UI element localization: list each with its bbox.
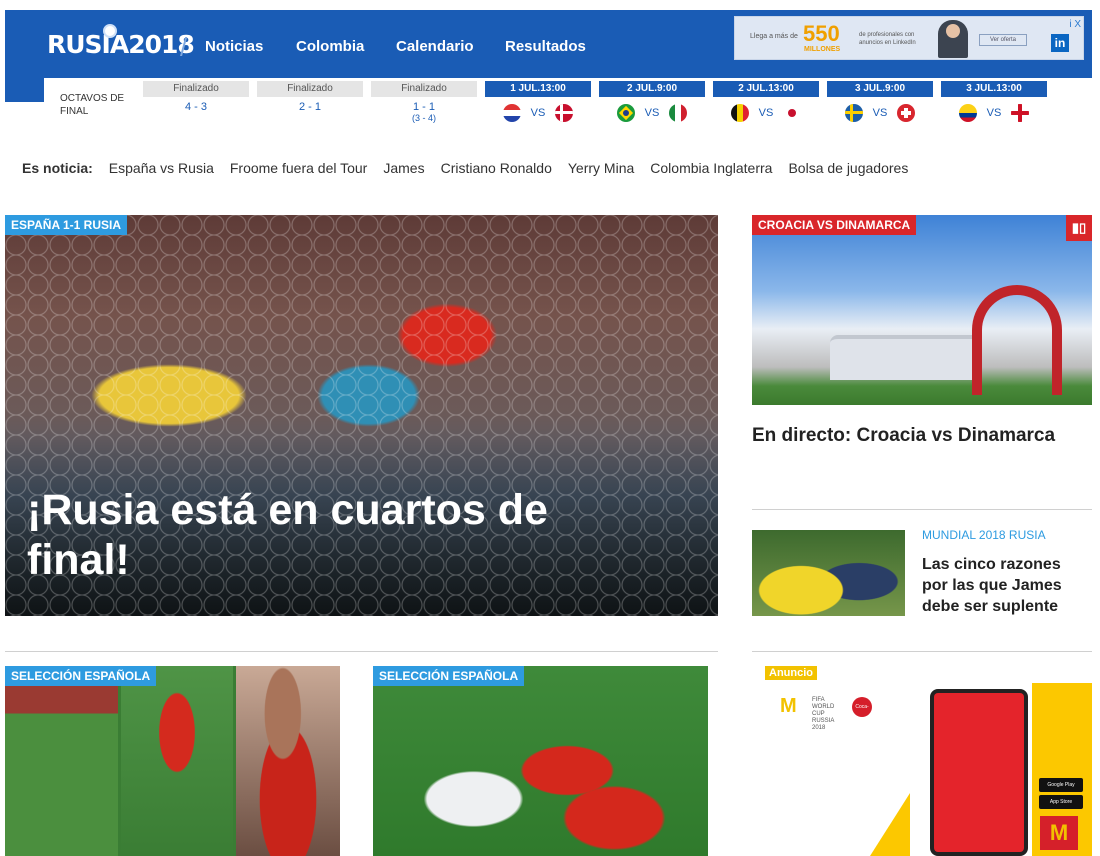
vs-label: VS bbox=[986, 107, 1002, 119]
ad-unit: MILLONES bbox=[804, 46, 841, 53]
hero-title[interactable]: ¡Rusia está en cuartos de final! bbox=[27, 485, 647, 585]
match-card[interactable]: Finalizado 2 - 1 bbox=[257, 81, 363, 131]
match-card[interactable]: 1 JUL.13:00 VS bbox=[485, 81, 591, 131]
trending-link[interactable]: Yerry Mina bbox=[568, 160, 634, 176]
trending-label: Es noticia: bbox=[22, 160, 93, 176]
site-logo[interactable]: RUSIA2018 bbox=[47, 24, 195, 59]
mexico-flag-icon bbox=[669, 104, 688, 122]
ad-number: 550 bbox=[803, 21, 840, 46]
vs-label: VS bbox=[872, 107, 888, 119]
nav-calendario[interactable]: Calendario bbox=[396, 38, 474, 55]
match-card[interactable]: 2 JUL.13:00 VS bbox=[713, 81, 819, 131]
match-date: 2 JUL.13:00 bbox=[713, 81, 819, 97]
app-store-badge[interactable]: App Store bbox=[1039, 795, 1083, 809]
match-status: Finalizado bbox=[257, 81, 363, 97]
linkedin-ad-banner[interactable]: Llega a más de 550 MILLONES de profesion… bbox=[734, 16, 1084, 60]
round-label: OCTAVOS DE FINAL bbox=[60, 93, 125, 117]
match-card[interactable]: 2 JUL.9:00 VS bbox=[599, 81, 705, 131]
gallery-photo bbox=[5, 666, 118, 856]
hero-story[interactable]: ESPAÑA 1-1 RUSIA ¡Rusia está en cuartos … bbox=[5, 215, 718, 616]
story-kicker[interactable]: MUNDIAL 2018 RUSIA bbox=[922, 528, 1046, 542]
coca-cola-logo-icon: Coca-Cola bbox=[852, 697, 872, 730]
card-tag[interactable]: SELECCIÓN ESPAÑOLA bbox=[5, 666, 157, 686]
fifa-logo: FIFA WORLD CUP RUSSIA 2018 bbox=[812, 697, 835, 731]
mcdonalds-logo-icon: M bbox=[780, 695, 797, 717]
nav-colombia[interactable]: Colombia bbox=[296, 38, 364, 55]
match-date: 2 JUL.9:00 bbox=[599, 81, 705, 97]
linkedin-icon: in bbox=[1051, 34, 1069, 52]
live-tag[interactable]: CROACIA VS DINAMARCA bbox=[752, 215, 917, 235]
match-result: 2 - 1 bbox=[298, 101, 321, 113]
ball-icon bbox=[103, 24, 117, 38]
trending-link[interactable]: James bbox=[383, 160, 424, 176]
vs-label: VS bbox=[644, 107, 660, 119]
ad-person-image bbox=[938, 20, 968, 58]
match-card[interactable]: Finalizado 1 - 1 (3 - 4) bbox=[371, 81, 477, 131]
belgium-flag-icon bbox=[730, 104, 749, 122]
gallery-card[interactable]: SELECCIÓN ESPAÑOLA bbox=[5, 666, 340, 856]
colombia-flag-icon bbox=[958, 104, 977, 122]
denmark-flag-icon bbox=[555, 104, 574, 122]
google-play-badge[interactable]: Google Play bbox=[1039, 778, 1083, 792]
match-card[interactable]: 3 JUL.13:00 VS bbox=[941, 81, 1047, 131]
mcdonalds-ad[interactable]: Anuncio M FIFA WORLD CUP RUSSIA 2018 Coc… bbox=[752, 653, 1092, 856]
match-date: 3 JUL.13:00 bbox=[941, 81, 1047, 97]
japan-flag-icon bbox=[783, 104, 802, 122]
match-status: Finalizado bbox=[143, 81, 249, 97]
trending-link[interactable]: Bolsa de jugadores bbox=[788, 160, 908, 176]
phone-image bbox=[930, 689, 1028, 856]
trending-link[interactable]: Cristiano Ronaldo bbox=[441, 160, 552, 176]
phone-screen bbox=[934, 693, 1024, 852]
match-penalties: (3 - 4) bbox=[411, 113, 436, 123]
logo-divider: / bbox=[180, 32, 188, 62]
trending-bar: Es noticia: España vs Rusia Froome fuera… bbox=[22, 160, 908, 176]
croatia-flag-icon bbox=[502, 104, 521, 122]
match-date: 3 JUL.9:00 bbox=[827, 81, 933, 97]
stadium-shape bbox=[830, 335, 980, 380]
live-story-title[interactable]: En directo: Croacia vs Dinamarca bbox=[752, 425, 1055, 447]
adchoices-close-icon[interactable]: i X bbox=[1069, 19, 1081, 30]
match-date: 1 JUL.13:00 bbox=[485, 81, 591, 97]
mcdonalds-box-icon: M bbox=[1040, 816, 1078, 850]
nav-resultados[interactable]: Resultados bbox=[505, 38, 586, 55]
nav-noticias[interactable]: Noticias bbox=[205, 38, 263, 55]
hero-tag[interactable]: ESPAÑA 1-1 RUSIA bbox=[5, 215, 128, 235]
vs-label: VS bbox=[530, 107, 546, 119]
brazil-flag-icon bbox=[616, 104, 635, 122]
james-story-image[interactable] bbox=[752, 530, 905, 616]
card-tag[interactable]: SELECCIÓN ESPAÑOLA bbox=[373, 666, 525, 686]
live-story-image[interactable]: CROACIA VS DINAMARCA ▮▯ bbox=[752, 215, 1092, 405]
ad-yellow-shape bbox=[870, 793, 910, 856]
video-icon: ▮▯ bbox=[1066, 215, 1092, 241]
trending-link[interactable]: Colombia Inglaterra bbox=[650, 160, 772, 176]
story-card[interactable]: SELECCIÓN ESPAÑOLA bbox=[373, 666, 708, 856]
arch-shape bbox=[972, 285, 1062, 395]
match-card[interactable]: 3 JUL.9:00 VS bbox=[827, 81, 933, 131]
ad-line2: de profesionales con anuncios en LinkedI… bbox=[859, 32, 916, 46]
ad-line1: Llega a más de bbox=[750, 33, 798, 40]
logo-text: RUSIA2018 bbox=[47, 30, 195, 59]
match-result: 4 - 3 bbox=[184, 101, 207, 113]
trending-link[interactable]: Froome fuera del Tour bbox=[230, 160, 367, 176]
scores-strip: OCTAVOS DE FINAL Finalizado 4 - 3 Finali… bbox=[44, 78, 1092, 132]
sweden-flag-icon bbox=[844, 104, 863, 122]
england-flag-icon bbox=[1011, 104, 1030, 122]
gallery-photo bbox=[236, 666, 340, 856]
ad-label: Anuncio bbox=[765, 666, 817, 680]
gallery-photo bbox=[121, 666, 233, 856]
ad-cta-button[interactable]: Ver oferta bbox=[979, 34, 1027, 46]
match-status: Finalizado bbox=[371, 81, 477, 97]
divider bbox=[752, 509, 1092, 510]
match-result: 1 - 1 bbox=[412, 101, 435, 113]
james-story-title[interactable]: Las cinco razones por las que James debe… bbox=[922, 554, 1087, 617]
switzerland-flag-icon bbox=[897, 104, 916, 122]
vs-label: VS bbox=[758, 107, 774, 119]
divider bbox=[752, 651, 1092, 652]
divider bbox=[5, 651, 718, 652]
match-card[interactable]: Finalizado 4 - 3 bbox=[143, 81, 249, 131]
trending-link[interactable]: España vs Rusia bbox=[109, 160, 214, 176]
